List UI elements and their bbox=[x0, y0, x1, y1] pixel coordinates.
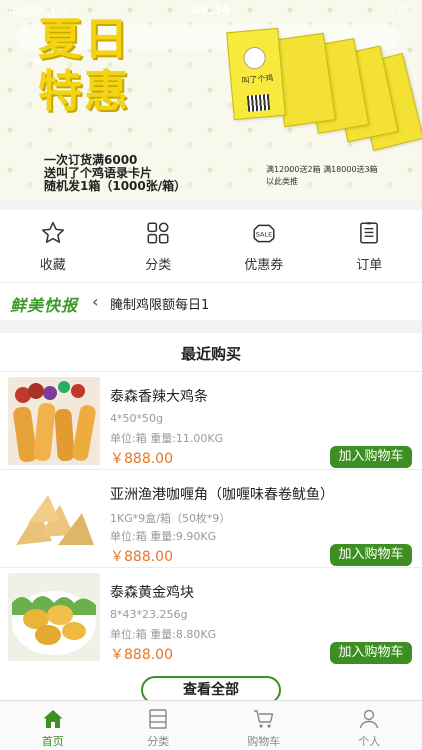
news-text: 腌制鸡限额每日1 bbox=[110, 298, 210, 313]
product-unit-weight: 单位:箱 重量:9.90KG bbox=[110, 530, 217, 543]
news-brand: 鲜美快报 bbox=[10, 296, 79, 315]
product-spec: 4*50*50g bbox=[110, 412, 163, 425]
star-icon bbox=[41, 221, 64, 243]
order-list-icon bbox=[360, 222, 379, 244]
product-price: ￥888.00 bbox=[110, 549, 173, 565]
tab-label: 分类 bbox=[147, 735, 170, 748]
product-card[interactable]: 泰森香辣大鸡条 4*50*50g 单位:箱 重量:11.00KG ￥888.00… bbox=[0, 371, 422, 468]
add-to-cart-button[interactable]: 加入购物车 bbox=[330, 642, 412, 664]
category-icon bbox=[149, 709, 167, 729]
svg-text:SALE: SALE bbox=[256, 230, 272, 238]
product-name: 泰森黄金鸡块 bbox=[110, 585, 194, 601]
quick-actions: 收藏 分类 SALE 优惠券 订单 bbox=[0, 210, 422, 282]
product-name: 亚洲渔港咖喱角（咖喱味春卷鱿鱼） bbox=[110, 487, 334, 503]
tab-label: 购物车 bbox=[247, 735, 281, 748]
product-card[interactable]: 泰森黄金鸡块 8*43*23.256g 单位:箱 重量:8.80KG ￥888.… bbox=[0, 567, 422, 664]
promo-title-line1: 夏日 bbox=[38, 14, 130, 65]
bottom-tab-bar: 首页 分类 购物车 个人 bbox=[0, 700, 422, 750]
person-icon bbox=[360, 709, 379, 729]
promo-title: 夏日 特惠 bbox=[38, 14, 158, 118]
tab-category[interactable]: 分类 bbox=[106, 701, 212, 750]
cart-icon bbox=[253, 710, 273, 728]
quick-action-category[interactable]: 分类 bbox=[106, 210, 212, 282]
promo-banner[interactable]: 中国联通 ≈ 09:34 33% ✦ 夏日 特惠 叫了个鸡 一次订货满6000 … bbox=[0, 0, 422, 200]
promo-tier-text: 以此类推 bbox=[266, 177, 298, 186]
add-to-cart-button[interactable]: 加入购物车 bbox=[330, 446, 412, 468]
product-unit-weight: 单位:箱 重量:11.00KG bbox=[110, 432, 224, 445]
product-spec: 8*43*23.256g bbox=[110, 608, 188, 621]
product-image bbox=[8, 377, 100, 465]
qr-code-icon bbox=[246, 93, 271, 112]
chicken-mascot-icon bbox=[242, 46, 267, 70]
tab-label: 首页 bbox=[41, 735, 64, 748]
section-title: 最近购买 bbox=[180, 345, 241, 363]
product-price: ￥888.00 bbox=[110, 647, 173, 663]
promo-tiers: 满12000送2箱 满18000送3箱 以此类推 bbox=[266, 164, 378, 188]
tab-label: 个人 bbox=[358, 735, 381, 748]
promo-tier-text: 满12000送2箱 满18000送3箱 bbox=[266, 165, 378, 174]
tab-profile[interactable]: 个人 bbox=[317, 701, 422, 750]
add-to-cart-button[interactable]: 加入购物车 bbox=[330, 544, 412, 566]
home-icon bbox=[43, 710, 63, 728]
grid-icon bbox=[147, 222, 169, 244]
product-spec: 1KG*9盒/箱（50枚*9） bbox=[110, 512, 231, 525]
promo-card-text: 叫了个鸡 bbox=[241, 73, 274, 86]
promo-lines: 一次订货满6000 送叫了个鸡语录卡片 随机发1箱（1000张/箱） bbox=[44, 154, 186, 193]
chevron-left-icon: ‹ bbox=[92, 292, 99, 311]
promo-title-line2: 特惠 bbox=[38, 66, 130, 117]
product-unit-weight: 单位:箱 重量:8.80KG bbox=[110, 628, 217, 641]
sale-tag-icon: SALE bbox=[253, 224, 275, 243]
battery-text: 33% bbox=[387, 3, 414, 17]
app-screen: 中国联通 ≈ 09:34 33% ✦ 夏日 特惠 叫了个鸡 一次订货满6000 … bbox=[0, 0, 422, 750]
promo-line: 随机发1箱（1000张/箱） bbox=[44, 179, 187, 193]
product-name: 泰森香辣大鸡条 bbox=[110, 389, 208, 405]
promo-card-front: 叫了个鸡 bbox=[226, 27, 286, 121]
quick-action-coupons[interactable]: SALE 优惠券 bbox=[211, 210, 317, 282]
tab-home[interactable]: 首页 bbox=[0, 701, 106, 750]
recent-purchases: 最近购买 泰森香辣大鸡条 4*50*50g 单位:箱 重量:11.00KG ￥8… bbox=[0, 333, 422, 704]
quick-action-label: 优惠券 bbox=[244, 258, 284, 273]
product-image bbox=[8, 475, 100, 563]
news-ticker[interactable]: 鲜美快报 ‹ 腌制鸡限额每日1 bbox=[0, 282, 422, 320]
product-image bbox=[8, 573, 100, 661]
quick-action-orders[interactable]: 订单 bbox=[317, 210, 422, 282]
promo-cards: 叫了个鸡 bbox=[226, 20, 422, 151]
quick-action-favorites[interactable]: 收藏 bbox=[0, 210, 106, 282]
quick-action-label: 分类 bbox=[145, 258, 172, 273]
product-card[interactable]: 亚洲渔港咖喱角（咖喱味春卷鱿鱼） 1KG*9盒/箱（50枚*9） 单位:箱 重量… bbox=[0, 469, 422, 566]
product-price: ￥888.00 bbox=[110, 451, 173, 467]
quick-action-label: 订单 bbox=[356, 258, 383, 273]
tab-cart[interactable]: 购物车 bbox=[211, 701, 317, 750]
quick-action-label: 收藏 bbox=[39, 258, 66, 273]
